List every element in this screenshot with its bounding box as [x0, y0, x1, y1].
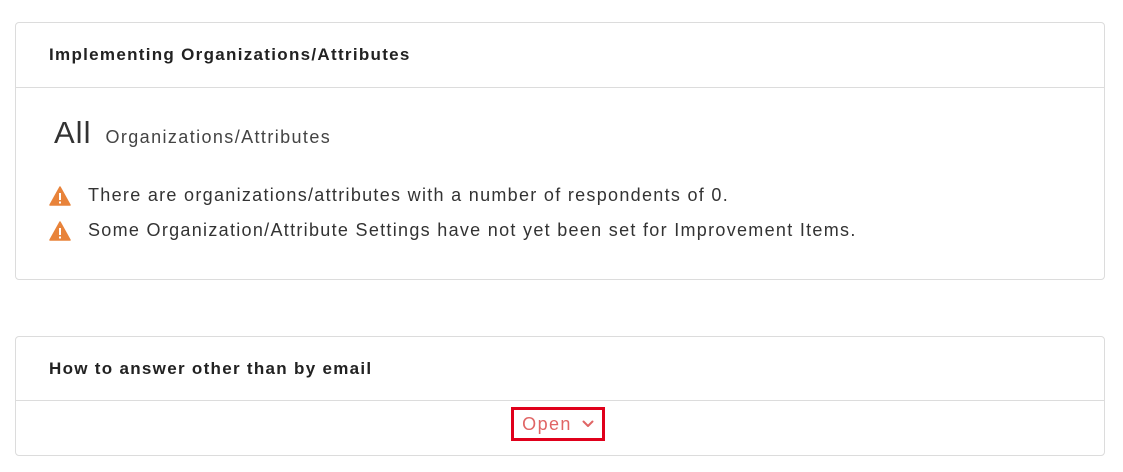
- organizations-card: Implementing Organizations/Attributes Al…: [15, 22, 1105, 280]
- answer-methods-card: How to answer other than by email Open: [15, 336, 1105, 456]
- open-toggle-label: Open: [522, 413, 572, 434]
- warning-triangle-icon: [49, 185, 71, 206]
- organizations-scope: All Organizations/Attributes: [54, 115, 331, 151]
- scope-all-sublabel: Organizations/Attributes: [105, 127, 332, 147]
- warning-triangle-icon: [49, 220, 71, 241]
- scope-all-label: All: [54, 115, 92, 150]
- warning-text: There are organizations/attributes with …: [88, 185, 730, 205]
- answer-methods-card-title: How to answer other than by email: [16, 337, 1104, 401]
- open-toggle-button[interactable]: Open: [511, 407, 605, 441]
- organizations-card-title: Implementing Organizations/Attributes: [16, 23, 1104, 88]
- warning-message: There are organizations/attributes with …: [49, 185, 729, 206]
- warning-text: Some Organization/Attribute Settings hav…: [88, 220, 857, 240]
- warning-message: Some Organization/Attribute Settings hav…: [49, 220, 857, 241]
- chevron-down-icon: [582, 420, 594, 427]
